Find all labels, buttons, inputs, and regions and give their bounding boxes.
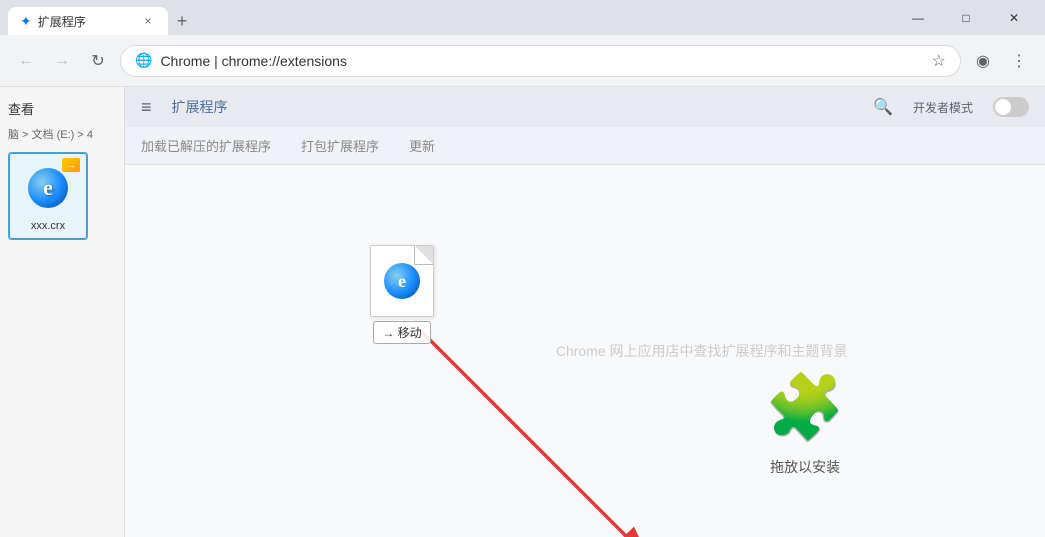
extensions-subheader: 加载已解压的扩展程序 打包扩展程序 更新: [125, 127, 1045, 165]
new-tab-button[interactable]: +: [168, 7, 196, 35]
dragging-file: e → 移动: [370, 245, 434, 344]
file-name-label: xxx.crx: [31, 220, 65, 232]
active-tab[interactable]: ✦ 扩展程序 ×: [8, 7, 168, 35]
tab-extensions-icon: ✦: [20, 13, 32, 30]
pack-extension-button[interactable]: 打包扩展程序: [301, 132, 379, 159]
file-item[interactable]: e xxx.crx: [8, 152, 88, 240]
ie-globe: e: [28, 168, 68, 208]
extensions-area: ≡ 扩展程序 🔍 开发者模式 加载已解压的扩展程序 打包扩展程序 更新 Chro…: [125, 87, 1045, 537]
extensions-content: Chrome 网上应用店中查找扩展程序和主题背景: [125, 165, 1045, 537]
file-icon-container: e: [20, 160, 76, 216]
menu-button[interactable]: ⋮: [1005, 47, 1033, 75]
move-label: → 移动: [373, 321, 430, 344]
url-text: Chrome | chrome://extensions: [160, 53, 923, 69]
dev-mode-label: 开发者模式: [913, 99, 973, 116]
url-bar[interactable]: 🌐 Chrome | chrome://extensions ☆: [120, 45, 961, 77]
tab-label: 扩展程序: [38, 13, 86, 30]
window-controls: — □ ✕: [895, 0, 1037, 35]
update-button[interactable]: 更新: [409, 132, 435, 159]
back-button[interactable]: ←: [12, 47, 40, 75]
tab-close-button[interactable]: ×: [140, 13, 156, 29]
dev-mode-toggle[interactable]: [993, 97, 1029, 117]
doc-ie-icon: e: [384, 263, 420, 299]
refresh-button[interactable]: ↻: [84, 47, 112, 75]
file-panel-label: 查看: [8, 95, 116, 126]
file-panel: 查看 脑 > 文档 (E:) > 4 e xxx.crx: [0, 87, 125, 537]
doc-icon: e: [370, 245, 434, 317]
load-unpacked-button[interactable]: 加载已解压的扩展程序: [141, 132, 271, 159]
drop-target: 🧩 拖放以安装: [765, 370, 845, 477]
extensions-title: 扩展程序: [172, 97, 854, 117]
extensions-header: ≡ 扩展程序 🔍 开发者模式: [125, 87, 1045, 127]
tab-area: ✦ 扩展程序 × +: [8, 0, 895, 35]
ie-arrow-badge: [62, 158, 80, 172]
maximize-button[interactable]: □: [943, 0, 989, 35]
bookmark-icon[interactable]: ☆: [932, 51, 946, 71]
puzzle-icon: 🧩: [765, 370, 845, 445]
drop-label: 拖放以安装: [770, 457, 840, 477]
profile-button[interactable]: ◉: [969, 47, 997, 75]
main-layout: 查看 脑 > 文档 (E:) > 4 e xxx.crx ≡ 扩: [0, 87, 1045, 537]
forward-button[interactable]: →: [48, 47, 76, 75]
address-bar: ← → ↻ 🌐 Chrome | chrome://extensions ☆ ◉…: [0, 35, 1045, 87]
title-bar: ✦ 扩展程序 × + — □ ✕: [0, 0, 1045, 35]
minimize-button[interactable]: —: [895, 0, 941, 35]
window-frame: ✦ 扩展程序 × + — □ ✕ ← → ↻ 🌐 Chrome | chrome…: [0, 0, 1045, 537]
close-button[interactable]: ✕: [991, 0, 1037, 35]
ie-file-icon: e: [24, 164, 72, 212]
breadcrumb: 脑 > 文档 (E:) > 4: [8, 126, 116, 142]
search-icon[interactable]: 🔍: [873, 97, 893, 117]
hamburger-icon[interactable]: ≡: [141, 97, 152, 118]
url-security-icon: 🌐: [135, 52, 152, 69]
background-hint: Chrome 网上应用店中查找扩展程序和主题背景: [556, 341, 848, 361]
